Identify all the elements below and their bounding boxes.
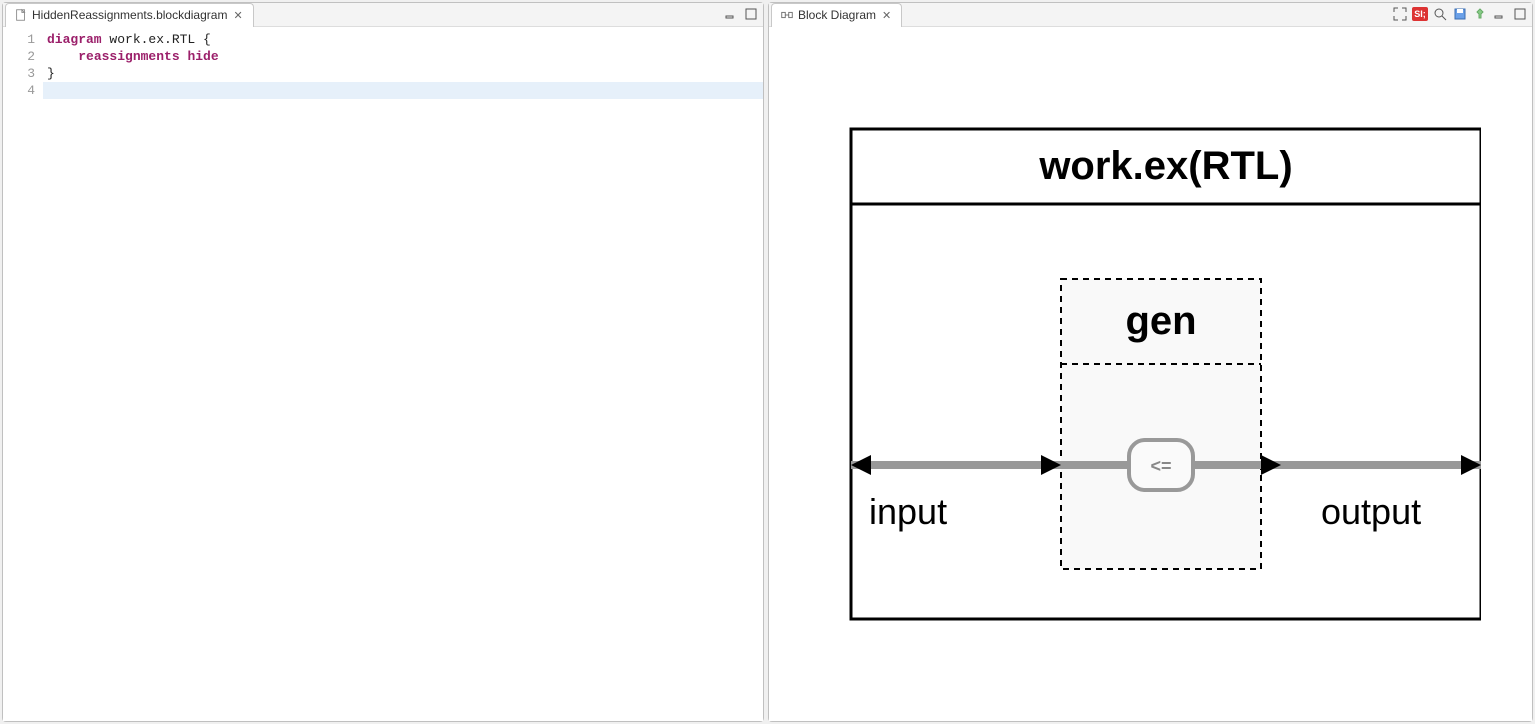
maximize-icon[interactable]: [743, 6, 759, 22]
close-icon[interactable]: ✕: [231, 9, 244, 22]
code-line[interactable]: diagram work.ex.RTL {: [47, 31, 759, 48]
code-editor[interactable]: 1234 diagram work.ex.RTL { reassignments…: [3, 27, 763, 721]
editor-tab-controls: [723, 6, 759, 22]
editor-pane: HiddenReassignments.blockdiagram ✕ 1234 …: [2, 2, 764, 722]
diagram-canvas[interactable]: work.ex(RTL) gen <= input output: [769, 27, 1532, 721]
code-line[interactable]: }: [47, 65, 759, 82]
zoom-icon[interactable]: [1432, 6, 1448, 22]
pin-icon[interactable]: [1472, 6, 1488, 22]
line-number: 4: [7, 82, 35, 99]
code-line[interactable]: reassignments hide: [47, 48, 759, 65]
diagram-title: work.ex(RTL): [1038, 144, 1292, 188]
block-diagram-svg: work.ex(RTL) gen <= input output: [821, 109, 1481, 639]
file-icon: [14, 8, 28, 22]
line-number: 2: [7, 48, 35, 65]
tab-label: HiddenReassignments.blockdiagram: [32, 8, 227, 22]
code-area[interactable]: diagram work.ex.RTL { reassignments hide…: [43, 27, 763, 721]
close-icon[interactable]: ✕: [880, 9, 893, 22]
tab-blockdiagram-file[interactable]: HiddenReassignments.blockdiagram ✕: [5, 3, 254, 27]
line-number: 1: [7, 31, 35, 48]
diagram-icon: [780, 8, 794, 22]
minimize-icon[interactable]: [1492, 6, 1508, 22]
minimize-icon[interactable]: [723, 6, 739, 22]
diagram-tabbar: Block Diagram ✕ SI;: [769, 3, 1532, 27]
gen-label: gen: [1125, 299, 1196, 343]
output-label: output: [1321, 491, 1421, 532]
diagram-toolbar: SI;: [1392, 6, 1528, 22]
line-number: 3: [7, 65, 35, 82]
tab-block-diagram[interactable]: Block Diagram ✕: [771, 3, 902, 27]
save-icon[interactable]: [1452, 6, 1468, 22]
si-badge-icon[interactable]: SI;: [1412, 7, 1428, 21]
maximize-icon[interactable]: [1512, 6, 1528, 22]
line-gutter: 1234: [3, 27, 43, 721]
editor-tabbar: HiddenReassignments.blockdiagram ✕: [3, 3, 763, 27]
operator-label: <=: [1150, 456, 1171, 476]
diagram-pane: Block Diagram ✕ SI;: [768, 2, 1533, 722]
fit-icon[interactable]: [1392, 6, 1408, 22]
tab-label: Block Diagram: [798, 8, 876, 22]
input-label: input: [869, 491, 947, 532]
code-line[interactable]: [47, 82, 759, 99]
